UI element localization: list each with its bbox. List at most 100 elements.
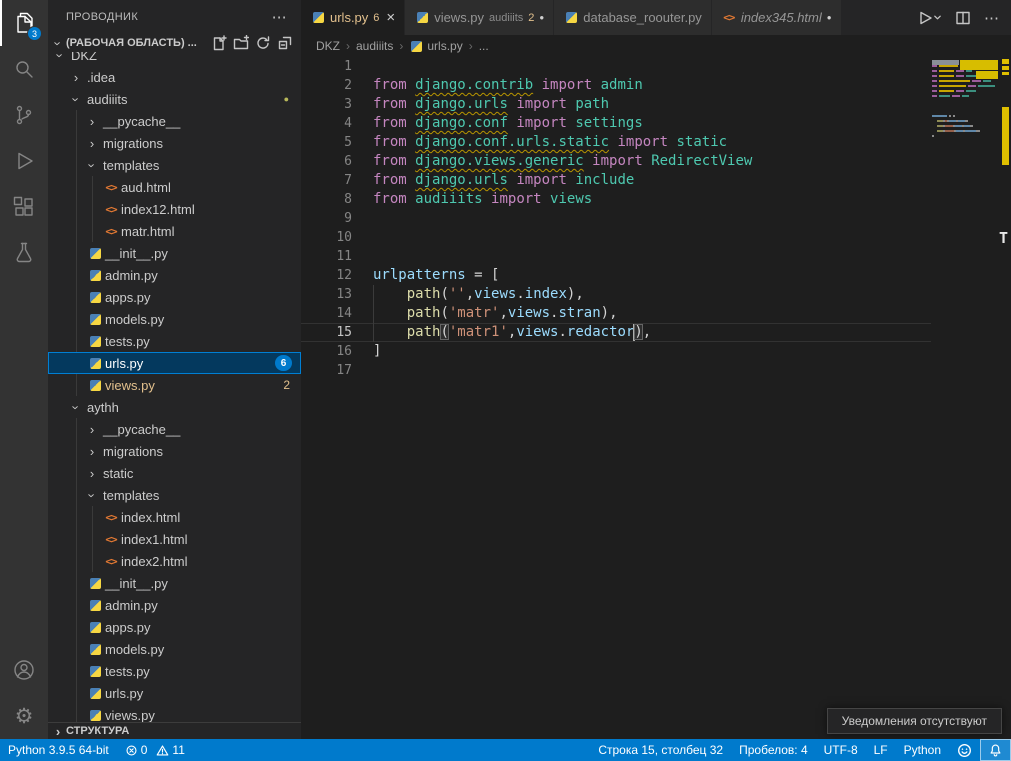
tab-problems-count: 6 <box>373 12 379 24</box>
tree-item-label: audiiits <box>87 92 127 107</box>
split-editor-button[interactable] <box>955 10 971 26</box>
eol-status-item[interactable]: LF <box>866 739 896 761</box>
code-line-16[interactable]: 16] <box>301 342 931 361</box>
activity-source-control-button[interactable] <box>0 92 48 138</box>
code-line-12[interactable]: 12urlpatterns = [ <box>301 266 931 285</box>
breadcrumb-item-DKZ[interactable]: DKZ <box>316 39 340 53</box>
dirty-indicator-icon[interactable]: ● <box>827 13 832 22</box>
tree-file-apps.py[interactable]: apps.py <box>48 616 301 638</box>
tree-file-index2.html[interactable]: <>index2.html <box>48 550 301 572</box>
python-interpreter-status-item[interactable]: Python 3.9.5 64-bit <box>0 739 117 761</box>
feedback-status-item[interactable] <box>949 739 980 761</box>
new-folder-icon[interactable] <box>233 35 249 51</box>
tree-file-__init__.py[interactable]: __init__.py <box>48 572 301 594</box>
editor[interactable]: 12from django.contrib import admin3from … <box>301 57 1011 739</box>
tab-index345.html[interactable]: <>index345.html● <box>712 0 841 35</box>
tree-file-views.py[interactable]: views.py <box>48 704 301 722</box>
problems-status-item[interactable]: 011 <box>117 739 193 761</box>
code-line-6[interactable]: 6from django.views.generic import Redire… <box>301 152 931 171</box>
tab-views.py[interactable]: views.pyaudiiits2● <box>405 0 553 35</box>
notification-toast[interactable]: Уведомления отсутствуют <box>827 708 1002 734</box>
tree-folder-__pycache__[interactable]: ›__pycache__ <box>48 110 301 132</box>
tree-folder-static[interactable]: ›static <box>48 462 301 484</box>
activity-settings-button[interactable]: ⚙ <box>0 693 48 739</box>
tree-file-urls.py[interactable]: urls.py <box>48 682 301 704</box>
activity-run-debug-button[interactable] <box>0 138 48 184</box>
tree-folder-templates[interactable]: ›templates <box>48 484 301 506</box>
breadcrumb-item-audiiits[interactable]: audiiits <box>356 39 393 53</box>
outline-section-header[interactable]: › СТРУКТУРА <box>48 722 301 739</box>
tree-file-tests.py[interactable]: tests.py <box>48 660 301 682</box>
run-python-file-button[interactable] <box>917 10 942 26</box>
tree-file-index.html[interactable]: <>index.html <box>48 506 301 528</box>
code-line-4[interactable]: 4from django.conf import settings <box>301 114 931 133</box>
more-actions-button[interactable]: ⋯ <box>984 9 999 27</box>
tree-folder-templates[interactable]: ›templates <box>48 154 301 176</box>
tree-folder-.idea[interactable]: ›.idea <box>48 66 301 88</box>
tree-file-admin.py[interactable]: admin.py <box>48 594 301 616</box>
html-file-icon: <> <box>104 225 118 238</box>
overview-ruler[interactable] <box>999 57 1011 739</box>
tree-rows: ›DKZ›.idea›audiiits●›__pycache__›migrati… <box>48 52 301 722</box>
py-file-icon <box>88 600 102 611</box>
tree-folder-aythh[interactable]: ›aythh <box>48 396 301 418</box>
tab-urls.py[interactable]: urls.py6× <box>301 0 404 35</box>
code-line-14[interactable]: 14 path('matr',views.stran), <box>301 304 931 323</box>
tab-database_roouter.py[interactable]: database_roouter.py <box>554 0 711 35</box>
language-mode-status-item[interactable]: Python <box>896 739 949 761</box>
tree-file-__init__.py[interactable]: __init__.py <box>48 242 301 264</box>
workspace-section-header[interactable]: › (РАБОЧАЯ ОБЛАСТЬ) ... <box>48 34 301 52</box>
tab-bar: urls.py6×views.pyaudiiits2●database_roou… <box>301 0 1011 35</box>
tree-file-models.py[interactable]: models.py <box>48 308 301 330</box>
code-line-15[interactable]: 15 path('matr1',views.redactor), <box>301 323 931 342</box>
tree-file-index12.html[interactable]: <>index12.html <box>48 198 301 220</box>
explorer-more-actions-icon[interactable]: ⋯ <box>272 8 287 26</box>
encoding-status-item[interactable]: UTF-8 <box>816 739 866 761</box>
collapse-all-icon[interactable] <box>277 35 293 51</box>
py-file-icon <box>88 358 102 369</box>
code-line-3[interactable]: 3from django.urls import path <box>301 95 931 114</box>
code-line-9[interactable]: 9 <box>301 209 931 228</box>
code-line-2[interactable]: 2from django.contrib import admin <box>301 76 931 95</box>
tree-file-admin.py[interactable]: admin.py <box>48 264 301 286</box>
notifications-status-item[interactable] <box>980 739 1011 761</box>
tree-item-label: models.py <box>105 312 164 327</box>
code-line-7[interactable]: 7from django.urls import include <box>301 171 931 190</box>
tree-file-matr.html[interactable]: <>matr.html <box>48 220 301 242</box>
tree-file-aud.html[interactable]: <>aud.html <box>48 176 301 198</box>
dirty-indicator-icon[interactable]: ● <box>539 13 544 22</box>
tree-folder-__pycache__[interactable]: ›__pycache__ <box>48 418 301 440</box>
tree-file-index1.html[interactable]: <>index1.html <box>48 528 301 550</box>
code-area[interactable]: 12from django.contrib import admin3from … <box>301 57 931 739</box>
code-line-17[interactable]: 17 <box>301 361 931 380</box>
activity-account-button[interactable] <box>0 647 48 693</box>
indentation-status-item[interactable]: Пробелов: 4 <box>731 739 816 761</box>
code-line-10[interactable]: 10 <box>301 228 931 247</box>
code-line-13[interactable]: 13 path('',views.index), <box>301 285 931 304</box>
code-line-8[interactable]: 8from audiiits import views <box>301 190 931 209</box>
activity-testing-button[interactable] <box>0 230 48 276</box>
code-line-1[interactable]: 1 <box>301 57 931 76</box>
tree-folder-migrations[interactable]: ›migrations <box>48 132 301 154</box>
activity-search-button[interactable] <box>0 46 48 92</box>
code-line-5[interactable]: 5from django.conf.urls.static import sta… <box>301 133 931 152</box>
cursor-position-status-item[interactable]: Строка 15, столбец 32 <box>590 739 731 761</box>
tree-folder-DKZ[interactable]: ›DKZ <box>48 52 301 66</box>
activity-explorer-button[interactable]: 3 <box>0 0 48 46</box>
code-line-11[interactable]: 11 <box>301 247 931 266</box>
tree-file-apps.py[interactable]: apps.py <box>48 286 301 308</box>
tree-folder-migrations[interactable]: ›migrations <box>48 440 301 462</box>
tree-file-models.py[interactable]: models.py <box>48 638 301 660</box>
breadcrumb-item-urls.py[interactable]: urls.py <box>409 39 462 53</box>
new-file-icon[interactable] <box>211 35 227 51</box>
tree-file-views.py[interactable]: views.py2 <box>48 374 301 396</box>
activity-extensions-button[interactable] <box>0 184 48 230</box>
close-icon[interactable]: × <box>386 10 395 25</box>
tab-label: database_roouter.py <box>583 10 702 25</box>
breadcrumb-item-...[interactable]: ... <box>479 39 489 53</box>
tree-file-tests.py[interactable]: tests.py <box>48 330 301 352</box>
tree-file-urls.py[interactable]: urls.py6 <box>48 352 301 374</box>
tree-folder-audiiits[interactable]: ›audiiits● <box>48 88 301 110</box>
refresh-icon[interactable] <box>255 35 271 51</box>
minimap[interactable] <box>932 58 998 143</box>
